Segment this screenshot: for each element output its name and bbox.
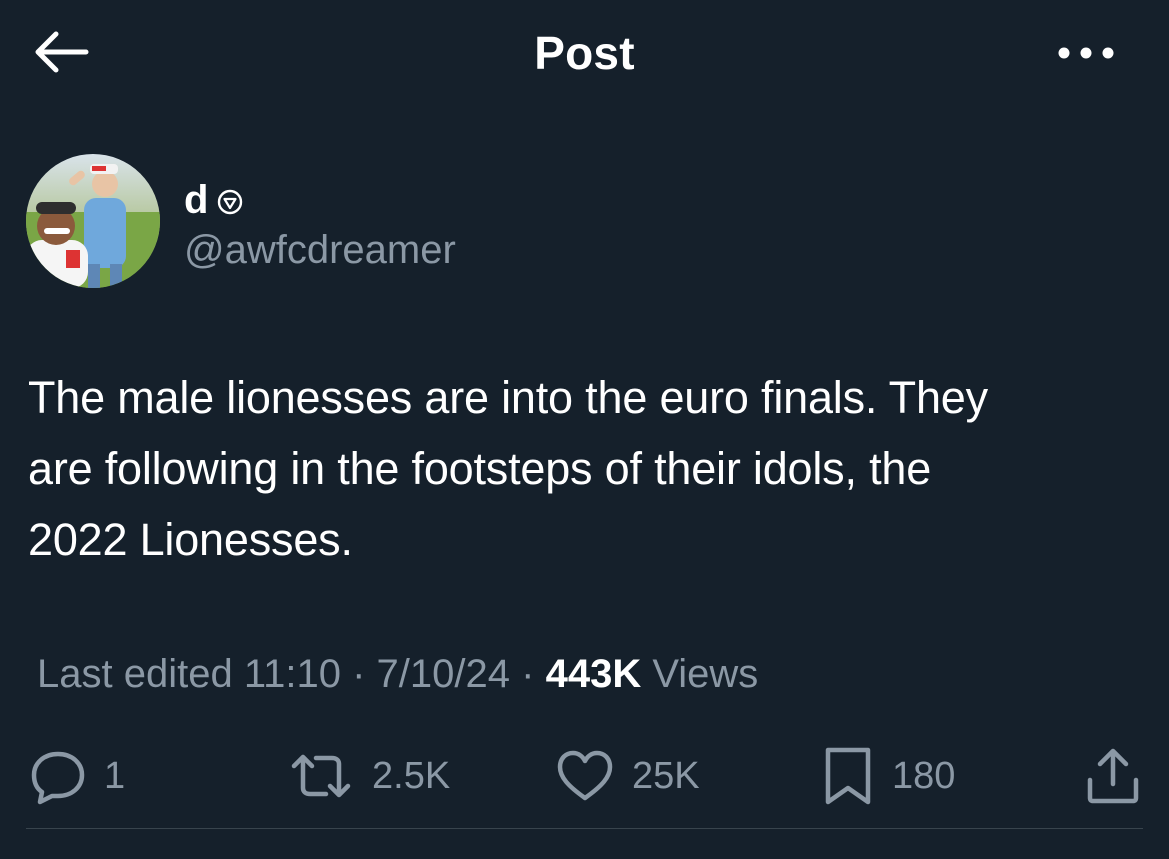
author-block: d @awfcdreamer — [26, 154, 726, 294]
bookmark-button[interactable]: 180 — [820, 740, 955, 812]
share-icon — [1087, 748, 1139, 804]
edited-timestamp[interactable]: Last edited 11:10 — [37, 652, 341, 696]
tweet-text: The male lionesses are into the euro fin… — [28, 362, 1138, 575]
views-label: Views — [652, 652, 759, 696]
repost-button[interactable]: 2.5K — [286, 740, 450, 812]
reply-count: 1 — [104, 754, 126, 797]
like-count: 25K — [632, 754, 700, 797]
reply-icon — [31, 751, 85, 805]
heart-icon — [557, 750, 613, 801]
author-handle[interactable]: @awfcdreamer — [184, 226, 456, 274]
divider — [26, 828, 1143, 829]
tweet-text-line: are following in the footsteps of their … — [28, 443, 932, 494]
top-bar: Post — [0, 0, 1169, 110]
more-horizontal-icon — [1058, 47, 1114, 59]
action-bar: 1 2.5K 25K 180 — [0, 740, 1169, 812]
page-title: Post — [534, 27, 635, 79]
reply-button[interactable]: 1 — [28, 740, 125, 812]
bookmark-count: 180 — [892, 754, 956, 797]
meta-separator: · — [352, 652, 366, 696]
more-options-button[interactable] — [1054, 36, 1118, 70]
repost-count: 2.5K — [372, 754, 451, 797]
views-count: 443K — [545, 652, 642, 696]
tweet-meta: Last edited 11:10 · 7/10/24 · 443K Views — [37, 646, 758, 702]
tweet-text-line: 2022 Lionesses. — [28, 514, 353, 565]
like-button[interactable]: 25K — [554, 740, 700, 812]
bookmark-icon — [825, 747, 871, 805]
meta-separator: · — [521, 652, 535, 696]
avatar-photo — [26, 154, 160, 288]
repost-icon — [291, 754, 351, 798]
share-button[interactable] — [1084, 740, 1142, 812]
heart-shield-icon — [216, 188, 244, 216]
tweet-date: 7/10/24 — [376, 652, 510, 696]
avatar[interactable] — [26, 154, 160, 288]
display-name: d — [184, 178, 209, 222]
display-name-row[interactable]: d — [184, 178, 244, 222]
tweet-text-line: The male lionesses are into the euro fin… — [28, 372, 988, 423]
